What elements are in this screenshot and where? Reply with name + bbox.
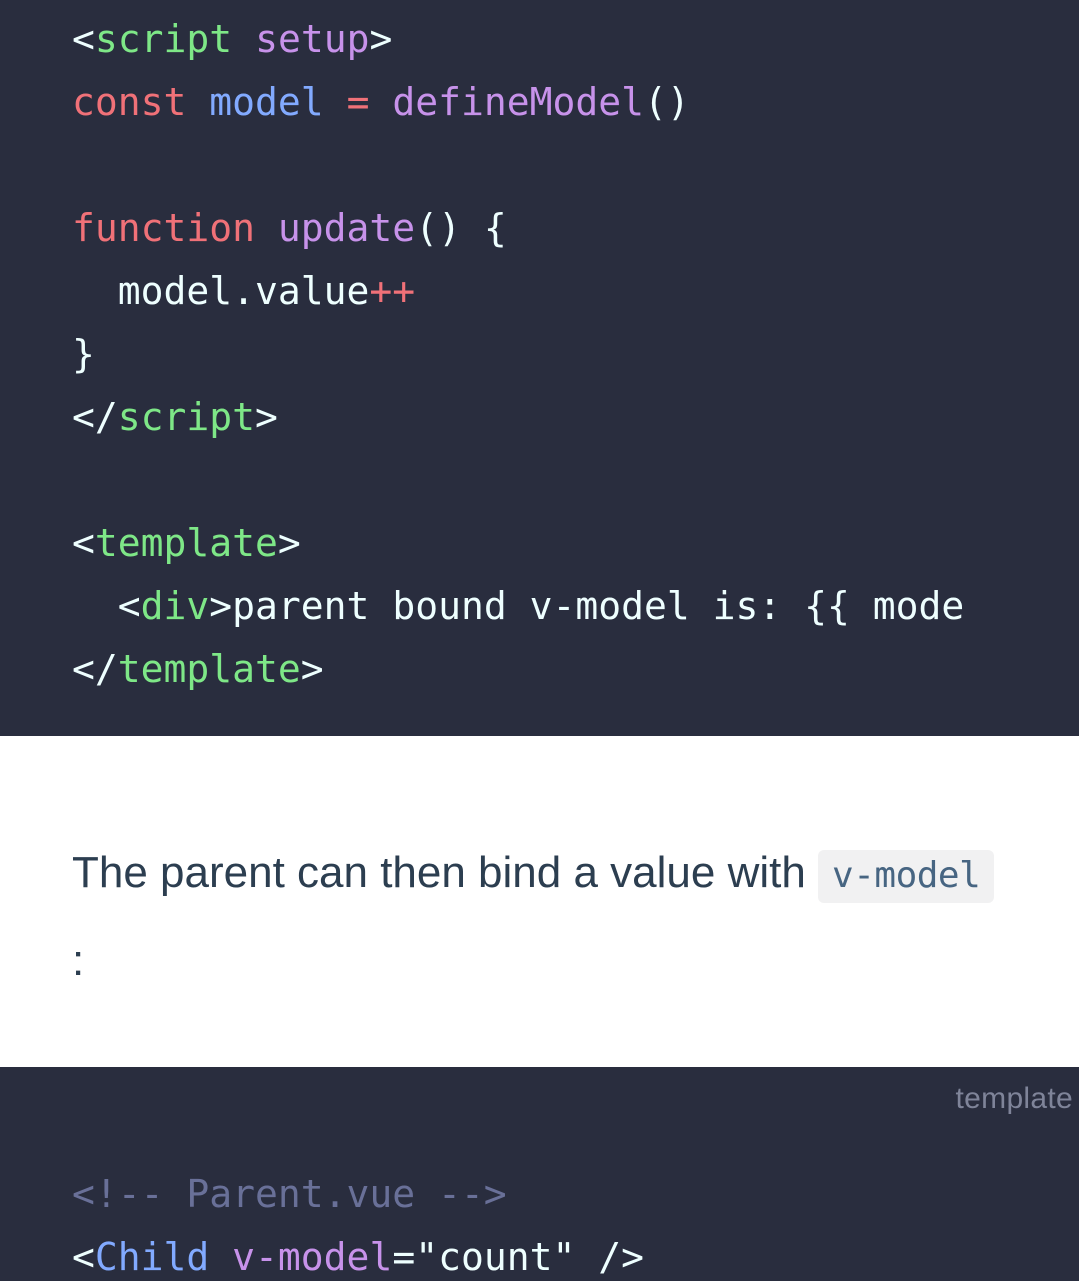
code-token: > xyxy=(209,584,233,628)
code-token: setup xyxy=(255,17,370,61)
code-token: < xyxy=(72,17,95,61)
code-content-top: <script setup> const model = defineModel… xyxy=(0,0,1079,701)
code-token: const xyxy=(72,80,187,124)
code-token: script xyxy=(94,17,233,61)
code-token: model.value xyxy=(72,269,370,313)
code-token: /> xyxy=(575,1235,645,1279)
code-token: } xyxy=(72,332,95,376)
code-token: div xyxy=(140,584,210,628)
code-token: "count" xyxy=(415,1235,576,1279)
code-token: </ xyxy=(72,395,118,439)
code-token: > xyxy=(300,647,324,691)
code-content-bottom: <!-- Parent.vue --> <Child v-model="coun… xyxy=(0,1067,1079,1281)
code-token: parent bound v-model is: {{ mode xyxy=(232,584,965,628)
code-token: template xyxy=(94,521,278,565)
code-token: = xyxy=(392,1235,416,1279)
prose-paragraph: The parent can then bind a value with v-… xyxy=(0,736,1079,1003)
code-token: > xyxy=(369,17,393,61)
code-token: < xyxy=(72,584,141,628)
code-token: script xyxy=(117,395,256,439)
code-token: update xyxy=(277,206,416,250)
code-token: <!-- Parent.vue --> xyxy=(72,1172,507,1216)
code-token: template xyxy=(117,647,301,691)
documentation-page: <script setup> const model = defineModel… xyxy=(0,0,1079,1281)
code-token: > xyxy=(255,395,278,439)
prose-text-before: The parent can then bind a value with xyxy=(72,848,819,897)
code-token: Child xyxy=(94,1235,210,1279)
code-token: < xyxy=(72,1235,95,1279)
code-token: defineModel xyxy=(392,80,645,124)
prose-text-after: : xyxy=(72,936,85,985)
code-token: v-model xyxy=(232,1235,393,1279)
prose-section: The parent can then bind a value with v-… xyxy=(0,736,1079,1067)
code-token: model xyxy=(209,80,324,124)
code-block-parent-usage[interactable]: template <!-- Parent.vue --> <Child v-mo… xyxy=(0,1067,1079,1281)
code-block-vue-child-component[interactable]: <script setup> const model = defineModel… xyxy=(0,0,1079,736)
code-token: () { xyxy=(415,206,507,250)
inline-code-v-model: v-model xyxy=(818,850,995,903)
code-language-label-template: template xyxy=(955,1082,1073,1115)
code-token: < xyxy=(72,521,95,565)
code-token: > xyxy=(277,521,301,565)
code-token: </ xyxy=(72,647,118,691)
code-token: function xyxy=(72,206,256,250)
code-token: () xyxy=(644,80,690,124)
code-token: ++ xyxy=(369,269,416,313)
code-token: = xyxy=(346,80,370,124)
